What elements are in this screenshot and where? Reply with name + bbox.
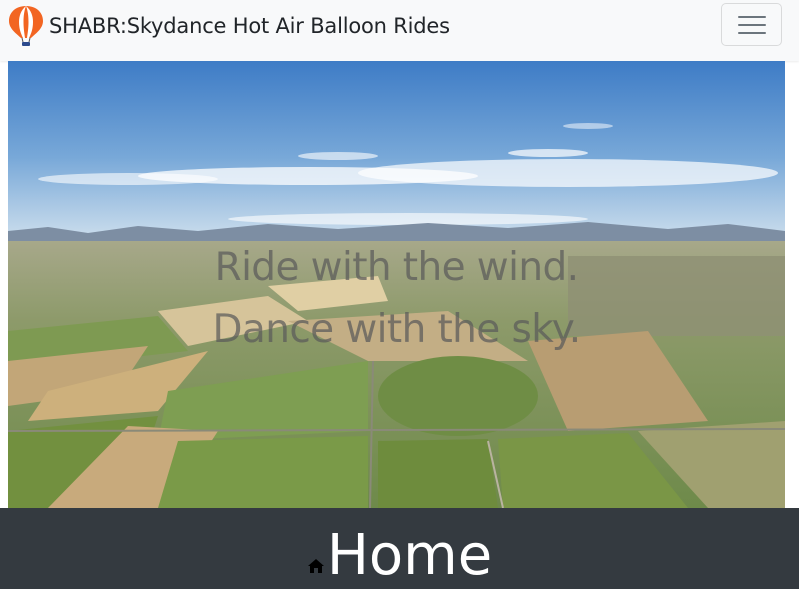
hero-banner: Ride with the wind. Dance with the sky. xyxy=(8,61,785,508)
hero-caption-line-2: Dance with the sky. xyxy=(212,307,581,352)
navbar: SHABR:Skydance Hot Air Balloon Rides xyxy=(0,0,799,61)
brand-title: SHABR:Skydance Hot Air Balloon Rides xyxy=(49,14,450,38)
page-header-section: Home xyxy=(0,508,799,589)
hamburger-menu-icon xyxy=(738,15,766,35)
navbar-toggler-button[interactable] xyxy=(721,3,782,46)
house-icon xyxy=(307,558,325,574)
hot-air-balloon-icon xyxy=(8,5,44,47)
home-heading-text: Home xyxy=(326,523,493,588)
hero-caption: Ride with the wind. Dance with the sky. xyxy=(8,237,785,361)
page-title: Home xyxy=(0,516,799,596)
navbar-brand[interactable]: SHABR:Skydance Hot Air Balloon Rides xyxy=(8,4,450,48)
hero-caption-line-1: Ride with the wind. xyxy=(214,245,579,290)
